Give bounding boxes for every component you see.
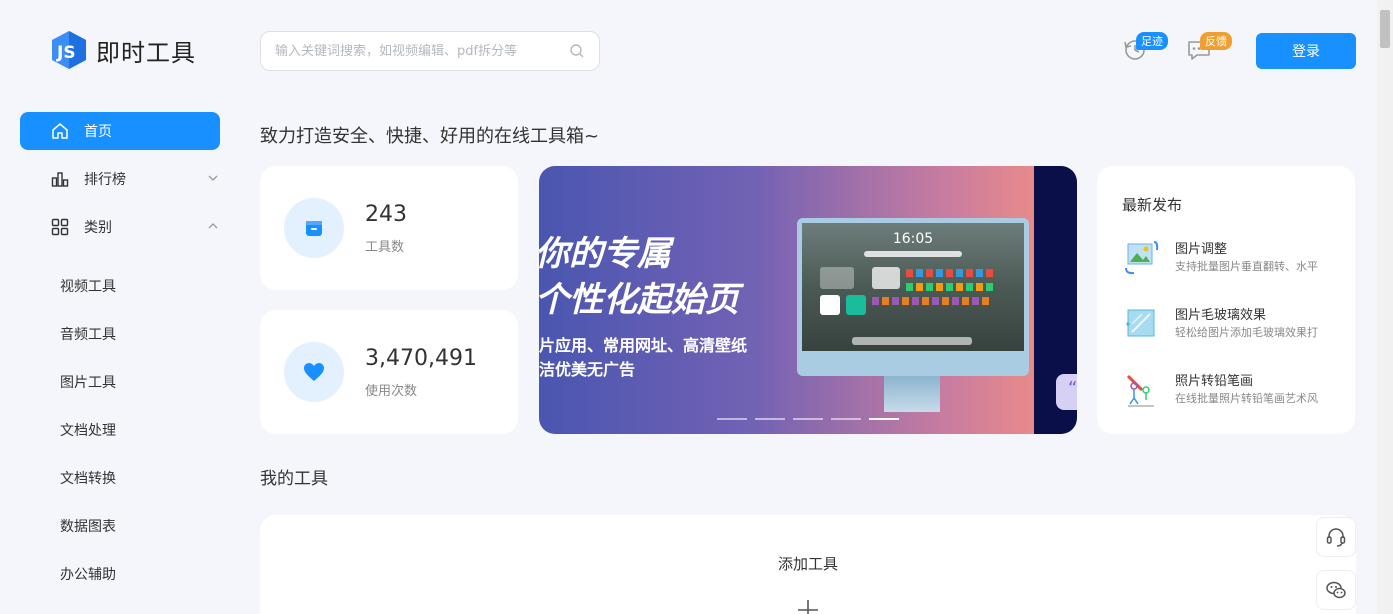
history-badge: 足迹: [1136, 32, 1168, 50]
feedback-button[interactable]: 反馈: [1186, 32, 1232, 66]
sidebar-item-label: 首页: [84, 124, 112, 140]
image-rotate-icon: [1125, 241, 1159, 275]
banner-headline-2: 个性化起始页: [539, 280, 739, 320]
pencil-sketch-icon: [1126, 374, 1154, 407]
sidebar-category-video[interactable]: 视频工具: [20, 262, 220, 310]
carousel-dot[interactable]: [793, 418, 823, 420]
stat-label: 使用次数: [365, 384, 418, 399]
add-tool-label: 添加工具: [777, 555, 838, 573]
history-button[interactable]: 足迹: [1122, 32, 1168, 66]
carousel-dot[interactable]: [717, 418, 747, 420]
stat-value: 3,470,491: [365, 346, 477, 371]
screen-time: 16:05: [892, 231, 934, 247]
sidebar-item-home[interactable]: 首页: [20, 112, 220, 150]
svg-text:JS: JS: [56, 43, 76, 63]
heart-icon: [284, 342, 344, 402]
sidebar-item-label: 类别: [84, 220, 112, 236]
sidebar-category-office[interactable]: 办公辅助: [20, 550, 220, 598]
monitor-stand: [884, 376, 940, 412]
carousel-dot-active[interactable]: [869, 418, 899, 420]
latest-item[interactable]: 照片转铅笔画 在线批量照片转铅笔画艺术风: [1122, 366, 1342, 416]
plus-icon[interactable]: [797, 599, 819, 614]
latest-item[interactable]: 图片毛玻璃效果 轻松给图片添加毛玻璃效果打: [1122, 300, 1342, 350]
latest-item-desc: 支持批量图片垂直翻转、水平: [1175, 260, 1318, 273]
scrollbar-thumb[interactable]: [1380, 10, 1390, 48]
banner-subtext-1: 片应用、常用网址、高清壁纸: [539, 336, 748, 355]
sidebar-category-audio[interactable]: 音频工具: [20, 310, 220, 358]
chevron-up-icon: [208, 223, 218, 229]
my-tools-title: 我的工具: [260, 469, 328, 489]
feedback-badge: 反馈: [1200, 32, 1232, 50]
headset-icon: [1326, 528, 1346, 547]
latest-releases-card: 最新发布 图片调整 支持批量图片垂直翻转、水平 图片毛玻璃效果 轻松给图片添加毛…: [1097, 166, 1355, 434]
grid-icon: [50, 217, 70, 237]
carousel-dot[interactable]: [755, 418, 785, 420]
chevron-down-icon: [208, 175, 218, 181]
stat-card-usage: 3,470,491 使用次数: [260, 310, 518, 434]
my-tools-card: 添加工具: [260, 515, 1356, 614]
sidebar-item-category[interactable]: 类别: [20, 208, 220, 246]
search-box[interactable]: [260, 31, 600, 71]
latest-releases-title: 最新发布: [1122, 196, 1183, 214]
stat-card-tools: 243 工具数: [260, 166, 518, 290]
latest-item-name: 图片毛玻璃效果: [1175, 308, 1267, 323]
logo[interactable]: JS 即时工具: [50, 30, 196, 70]
wechat-icon: [1326, 581, 1346, 599]
sidebar-category-image[interactable]: 图片工具: [20, 358, 220, 406]
sidebar-category-charts[interactable]: 数据图表: [20, 502, 220, 550]
banner-subtext-2: 洁优美无广告: [539, 360, 636, 379]
login-button[interactable]: 登录: [1256, 33, 1356, 69]
banner-headline-1: 你的专属: [539, 234, 671, 274]
page-scrollbar[interactable]: [1377, 0, 1393, 614]
monitor-illustration: 16:05: [797, 218, 1029, 376]
frosted-glass-icon: [1126, 309, 1155, 337]
latest-item[interactable]: 图片调整 支持批量图片垂直翻转、水平: [1122, 234, 1342, 284]
stat-label: 工具数: [365, 240, 405, 255]
home-icon: [50, 121, 70, 141]
logo-mark-icon: JS: [52, 31, 86, 69]
stat-value: 243: [365, 202, 407, 227]
sidebar-category-document[interactable]: 文档处理: [20, 406, 220, 454]
latest-item-desc: 在线批量照片转铅笔画艺术风: [1175, 392, 1318, 405]
sidebar: 首页 排行榜 类别 视频工具 音频工具 图片工具 文档处理 文档转换 数据图表 …: [20, 112, 220, 598]
search-input[interactable]: [275, 43, 569, 59]
carousel-indicators: [717, 418, 899, 420]
carousel-dot[interactable]: [831, 418, 861, 420]
latest-item-name: 图片调整: [1175, 242, 1228, 257]
customer-service-button[interactable]: [1316, 517, 1356, 557]
wechat-button[interactable]: [1316, 570, 1356, 610]
logo-text: 即时工具: [96, 38, 196, 67]
page-tagline: 致力打造安全、快捷、好用的在线工具箱~: [260, 126, 600, 147]
box-icon: [284, 198, 344, 258]
sidebar-item-label: 排行榜: [84, 172, 126, 188]
bar-chart-icon: [50, 169, 70, 189]
latest-item-name: 照片转铅笔画: [1175, 374, 1254, 389]
sidebar-item-ranking[interactable]: 排行榜: [20, 160, 220, 198]
promo-banner[interactable]: 你的专属 个性化起始页 片应用、常用网址、高清壁纸 洁优美无广告 16:05 “: [539, 166, 1077, 434]
latest-item-desc: 轻松给图片添加毛玻璃效果打: [1175, 326, 1318, 339]
sidebar-category-convert[interactable]: 文档转换: [20, 454, 220, 502]
quote-icon: “: [1056, 374, 1077, 410]
search-icon[interactable]: [569, 43, 585, 59]
monitor-screen: 16:05: [802, 223, 1024, 351]
